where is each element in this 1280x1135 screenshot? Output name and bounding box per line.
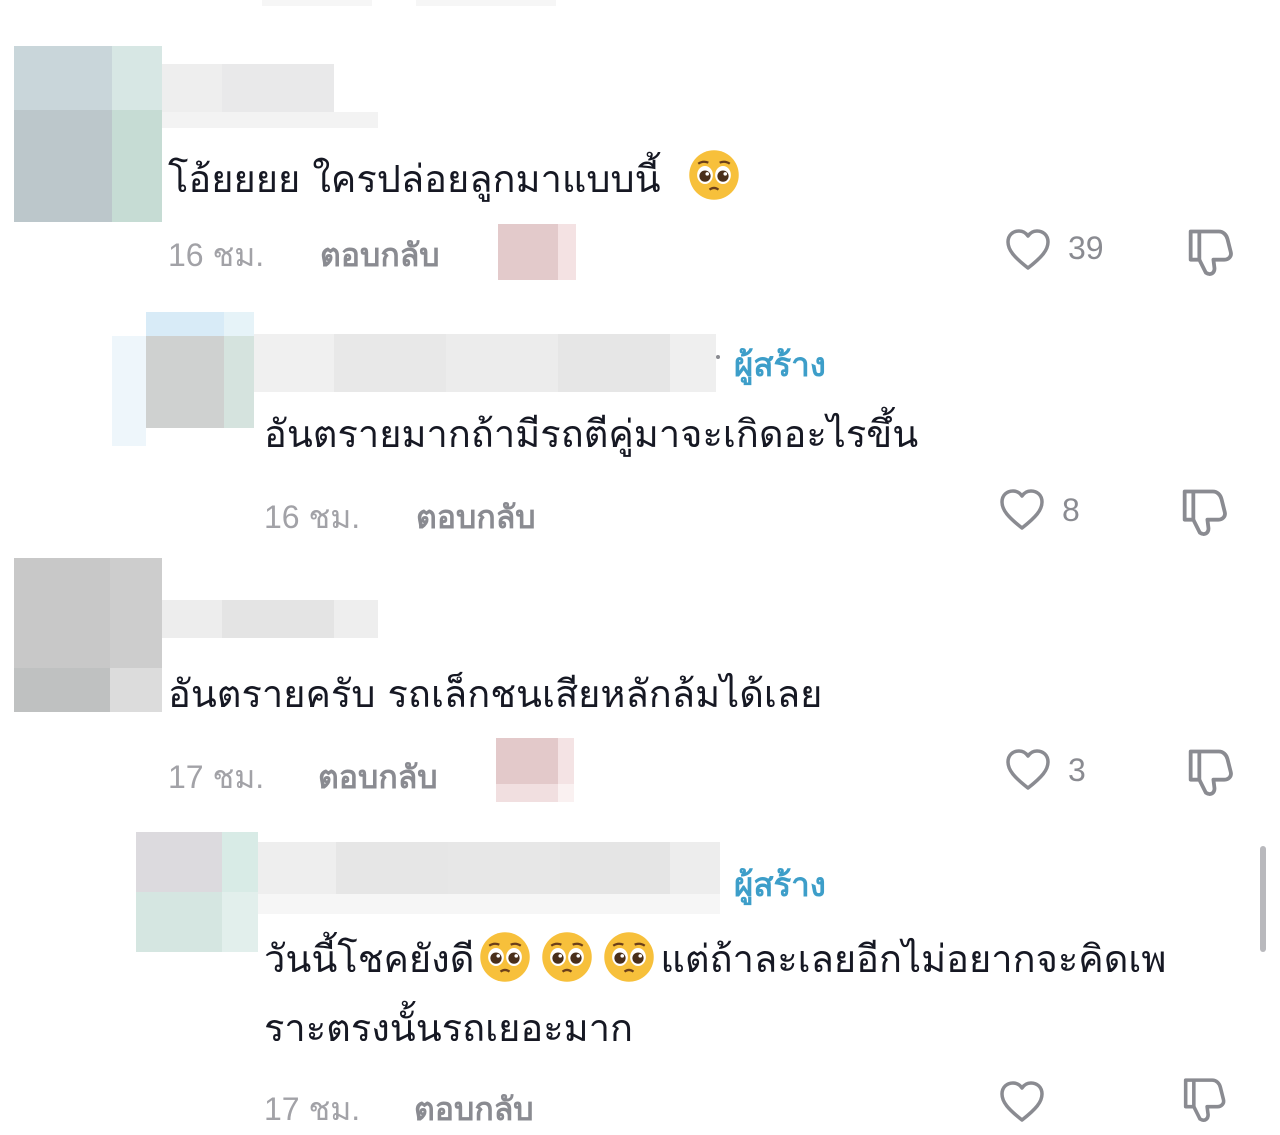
reply-button[interactable]: ตอบกลับ <box>416 492 536 543</box>
username[interactable] <box>258 842 720 914</box>
username[interactable] <box>162 600 378 638</box>
comment-text: อันตรายครับ รถเล็กชนเสียหลักล้มได้เลย <box>168 672 823 716</box>
avatar[interactable] <box>136 832 258 952</box>
username[interactable] <box>162 64 378 128</box>
pleading-face-emoji <box>542 932 593 982</box>
heart-icon[interactable] <box>1002 226 1054 274</box>
liked-by-creator-avatar <box>496 738 574 802</box>
avatar[interactable] <box>112 312 254 446</box>
pleading-face-emoji <box>689 150 739 200</box>
thumbs-down-icon[interactable] <box>1182 224 1234 278</box>
thumbs-down-icon[interactable] <box>1176 1074 1228 1123</box>
reply-time: 17 ชม. <box>264 1091 361 1127</box>
like-count: 3 <box>1068 752 1086 788</box>
thumbs-down-icon[interactable] <box>1182 744 1234 798</box>
separator-dot <box>716 355 720 359</box>
reply-button[interactable]: ตอบกลับ <box>318 752 438 803</box>
scrollbar[interactable] <box>1260 846 1266 952</box>
pleading-face-emoji <box>480 932 531 982</box>
comment-time: 16 ชม. <box>168 237 265 273</box>
creator-badge: ผู้สร้าง <box>734 345 826 384</box>
comment-text: โอ้ยยยย ใครปล่อยลูกมาแบบนี้ <box>168 148 745 203</box>
previous-comment-meta <box>0 0 1280 10</box>
comment-time: 17 ชม. <box>168 759 265 795</box>
heart-icon[interactable] <box>996 486 1048 534</box>
like-count: 39 <box>1068 230 1104 266</box>
heart-icon[interactable] <box>1002 746 1054 794</box>
reply-text: วันนี้โชคยังดี แต่ถ้าละเลยอีกไม่อยากจะคิ… <box>264 930 1166 984</box>
avatar[interactable] <box>14 558 162 712</box>
reply-button[interactable]: ตอบกลับ <box>320 230 440 281</box>
reply-text-line-2: ราะตรงนั้นรถเยอะมาก <box>264 1006 634 1050</box>
reply-time: 16 ชม. <box>264 499 361 535</box>
reply-text: อันตรายมากถ้ามีรถตีคู่มาจะเกิดอะไรขึ้น <box>264 412 919 456</box>
creator-badge: ผู้สร้าง <box>734 865 826 904</box>
username[interactable] <box>254 334 716 392</box>
pleading-face-emoji <box>604 932 655 982</box>
avatar[interactable] <box>14 46 162 222</box>
like-count: 8 <box>1062 492 1080 528</box>
liked-by-creator-avatar <box>498 224 576 280</box>
heart-icon[interactable] <box>996 1078 1048 1126</box>
thumbs-down-icon[interactable] <box>1176 484 1228 538</box>
reply-button[interactable]: ตอบกลับ <box>414 1084 534 1135</box>
